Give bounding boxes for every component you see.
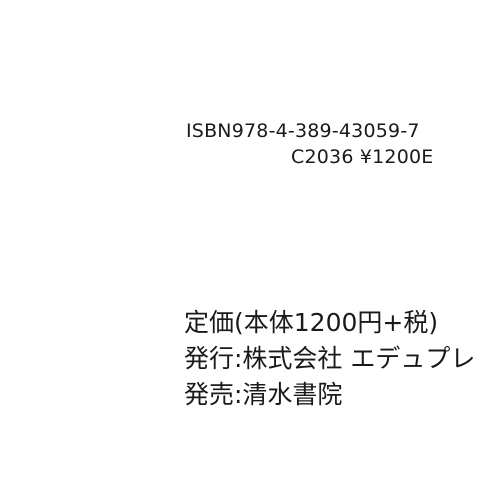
colophon-block: 定価(本体1200円+税) 発行:株式会社 エデュプレ 発売:清水書院 (184, 305, 500, 413)
price-line: 定価(本体1200円+税) (184, 308, 439, 337)
classification-price-code: C2036 ¥1200E (291, 146, 434, 168)
isbn-block: ISBN978-4-389-43059-7 C2036 ¥1200E (186, 118, 486, 170)
seller-line: 発売:清水書院 (184, 380, 343, 409)
isbn-number: ISBN978-4-389-43059-7 (186, 120, 420, 142)
issuer-line: 発行:株式会社 エデュプレ (184, 344, 476, 373)
